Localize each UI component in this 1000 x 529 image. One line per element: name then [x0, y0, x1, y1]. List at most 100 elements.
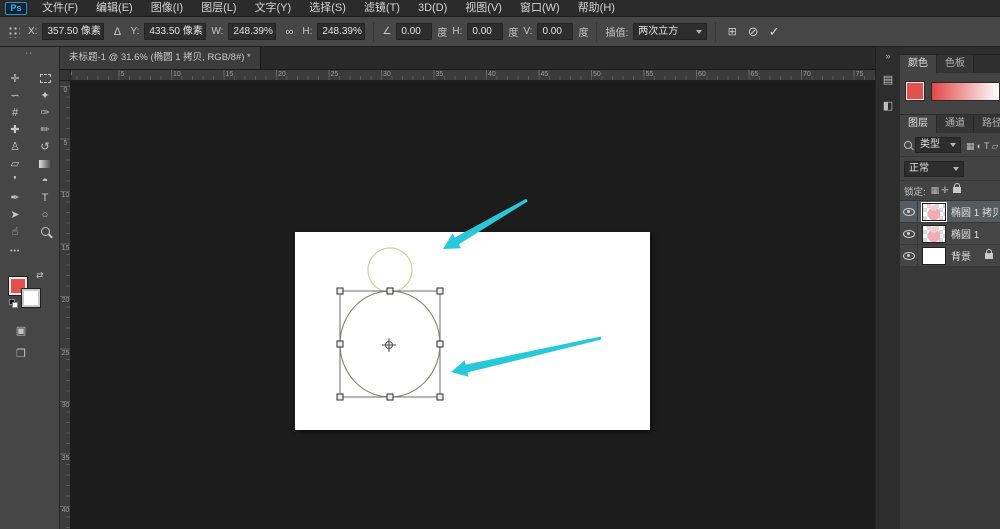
visibility-toggle[interactable] — [900, 245, 918, 267]
path-selection-tool[interactable]: ➤ — [0, 206, 30, 223]
gradient-tool[interactable] — [30, 155, 60, 172]
reference-point-locator-icon[interactable] — [7, 25, 20, 38]
document-tab[interactable]: 未标题-1 @ 31.6% (椭圆 1 拷贝, RGB/8#) * — [60, 46, 261, 69]
filter-shape-icon[interactable]: ▱ — [991, 141, 998, 151]
photoshop-logo[interactable]: Ps — [5, 2, 27, 15]
blur-tool[interactable]: ❜ — [0, 172, 30, 189]
canvas-viewport[interactable] — [71, 81, 875, 529]
chevron-down-icon — [950, 143, 956, 147]
menu-item[interactable]: 图层(L) — [192, 0, 245, 17]
filter-adjustment-icon[interactable]: ◐ — [977, 141, 982, 151]
menu-item[interactable]: 视图(V) — [456, 0, 511, 17]
screen-mode-button[interactable]: ❐ — [13, 347, 29, 361]
type-tool[interactable]: T — [30, 189, 60, 206]
layers-panel-tab[interactable]: 路径 — [974, 115, 1000, 133]
lock-transparency-icon[interactable]: ▦ — [931, 185, 940, 195]
zoom-tool[interactable] — [30, 223, 60, 240]
quick-selection-tool[interactable]: ✦ — [30, 87, 60, 104]
document-canvas[interactable] — [295, 232, 650, 430]
menu-item[interactable]: 帮助(H) — [569, 0, 624, 17]
relative-position-toggle[interactable]: Δ — [109, 23, 125, 41]
hand-tool[interactable]: ☝ — [0, 223, 30, 240]
horizontal-ruler[interactable]: 051015202530354045505560657075 — [60, 70, 875, 81]
toolbar-grip[interactable]: ▪▪ — [0, 50, 59, 58]
lock-position-icon[interactable]: ✛ — [941, 185, 949, 195]
clone-stamp-tool[interactable]: ♙ — [0, 138, 30, 155]
brush-tool[interactable]: ✏ — [30, 121, 60, 138]
filter-pixel-icon[interactable]: ▦ — [966, 141, 975, 151]
color-panel-tab[interactable]: 颜色 — [900, 55, 937, 73]
color-ramp[interactable] — [931, 82, 1000, 101]
color-panel-tab[interactable]: 色板 — [937, 55, 974, 73]
menubar: Ps 文件(F)编辑(E)图像(I)图层(L)文字(Y)选择(S)滤镜(T)3D… — [0, 0, 1000, 17]
layers-panel-tab[interactable]: 图层 — [900, 115, 937, 133]
interpolation-select[interactable]: 两次立方 — [633, 23, 707, 40]
move-tool[interactable]: ✛ — [0, 70, 30, 87]
commit-transform-button[interactable]: ✓ — [766, 23, 782, 41]
adjustments-panel-icon[interactable]: ◧ — [879, 97, 897, 115]
lock-all-icon[interactable] — [953, 187, 961, 193]
default-colors-icon[interactable] — [9, 299, 18, 308]
menu-item[interactable]: 编辑(E) — [87, 0, 142, 17]
menu-item[interactable]: 文字(Y) — [246, 0, 301, 17]
layer-thumbnail[interactable] — [922, 247, 946, 265]
layer-filter-type-select[interactable]: 类型 — [915, 137, 961, 153]
crop-tool[interactable]: # — [0, 104, 30, 121]
eye-icon — [903, 252, 915, 260]
layer-thumbnail[interactable] — [922, 225, 946, 243]
x-position-input[interactable]: 357.50 像素 — [42, 23, 104, 40]
healing-brush-tool[interactable]: ✚ — [0, 121, 30, 138]
ruler-label: 25 — [61, 351, 70, 358]
degrees-label: 度 — [437, 24, 447, 39]
menu-item[interactable]: 文件(F) — [33, 0, 87, 17]
lasso-tool[interactable]: ∽ — [0, 87, 30, 104]
blend-mode-select[interactable]: 正常 — [904, 161, 964, 177]
x-label: X: — [28, 26, 37, 37]
v-skew-input[interactable]: 0.00 — [537, 23, 573, 40]
layer-thumbnail[interactable] — [922, 203, 946, 221]
width-scale-input[interactable]: 248.39% — [228, 23, 276, 40]
rotation-angle-input[interactable]: 0.00 — [396, 23, 432, 40]
menu-item[interactable]: 窗口(W) — [511, 0, 569, 17]
ellipse-tool[interactable]: ○ — [30, 206, 60, 223]
ruler-label: 45 — [541, 71, 549, 78]
collapse-panels-icon[interactable]: » — [876, 49, 900, 63]
background-color-swatch[interactable] — [22, 289, 40, 307]
layer-filter-type-value: 类型 — [920, 138, 940, 152]
h-skew-input[interactable]: 0.00 — [467, 23, 503, 40]
height-scale-input[interactable]: 248.39% — [317, 23, 365, 40]
marquee-tool[interactable] — [30, 70, 60, 87]
visibility-toggle[interactable] — [900, 201, 918, 223]
menu-item[interactable]: 滤镜(T) — [355, 0, 409, 17]
blend-mode-value: 正常 — [909, 162, 929, 176]
layer-row[interactable]: 椭圆 1 — [900, 223, 1000, 245]
warp-mode-toggle[interactable]: ⊞ — [724, 23, 740, 41]
history-panel-icon[interactable]: ▤ — [879, 71, 897, 89]
layer-name: 背景 — [951, 248, 971, 263]
layer-row[interactable]: 背景 — [900, 245, 1000, 267]
vertical-ruler[interactable]: 0510152025303540 — [60, 81, 71, 529]
menu-item[interactable]: 选择(S) — [300, 0, 355, 17]
eyedropper-tool[interactable]: ✑ — [30, 104, 60, 121]
filter-type-icon[interactable]: T — [984, 141, 990, 151]
right-panels: 颜色色板 图层通道路径 类型 ▦◐T▱ 正常 锁定: ▦✛ 椭圆 1 拷贝椭圆 … — [900, 47, 1000, 529]
more-tools-button[interactable]: ••• — [0, 248, 59, 262]
ruler-corner — [60, 70, 71, 81]
blend-mode-row: 正常 — [900, 157, 1000, 181]
cancel-transform-button[interactable]: ⊘ — [745, 23, 761, 41]
swap-colors-icon[interactable]: ⇄ — [36, 270, 44, 281]
link-dimensions-icon[interactable]: ∞ — [281, 23, 297, 41]
y-position-input[interactable]: 433.50 像素 — [144, 23, 206, 40]
eraser-tool[interactable]: ▱ — [0, 155, 30, 172]
pen-tool[interactable]: ✒ — [0, 189, 30, 206]
history-brush-tool[interactable]: ↺ — [30, 138, 60, 155]
visibility-toggle[interactable] — [900, 223, 918, 245]
menu-item[interactable]: 3D(D) — [409, 0, 456, 17]
dodge-tool[interactable]: ◓ — [30, 172, 60, 189]
ruler-label: 40 — [61, 508, 70, 515]
menu-item[interactable]: 图像(I) — [142, 0, 192, 17]
layer-row[interactable]: 椭圆 1 拷贝 — [900, 201, 1000, 223]
layers-panel-tab[interactable]: 通道 — [937, 115, 974, 133]
current-color-swatch[interactable] — [906, 82, 924, 100]
quick-mask-button[interactable]: ▣ — [13, 324, 29, 338]
